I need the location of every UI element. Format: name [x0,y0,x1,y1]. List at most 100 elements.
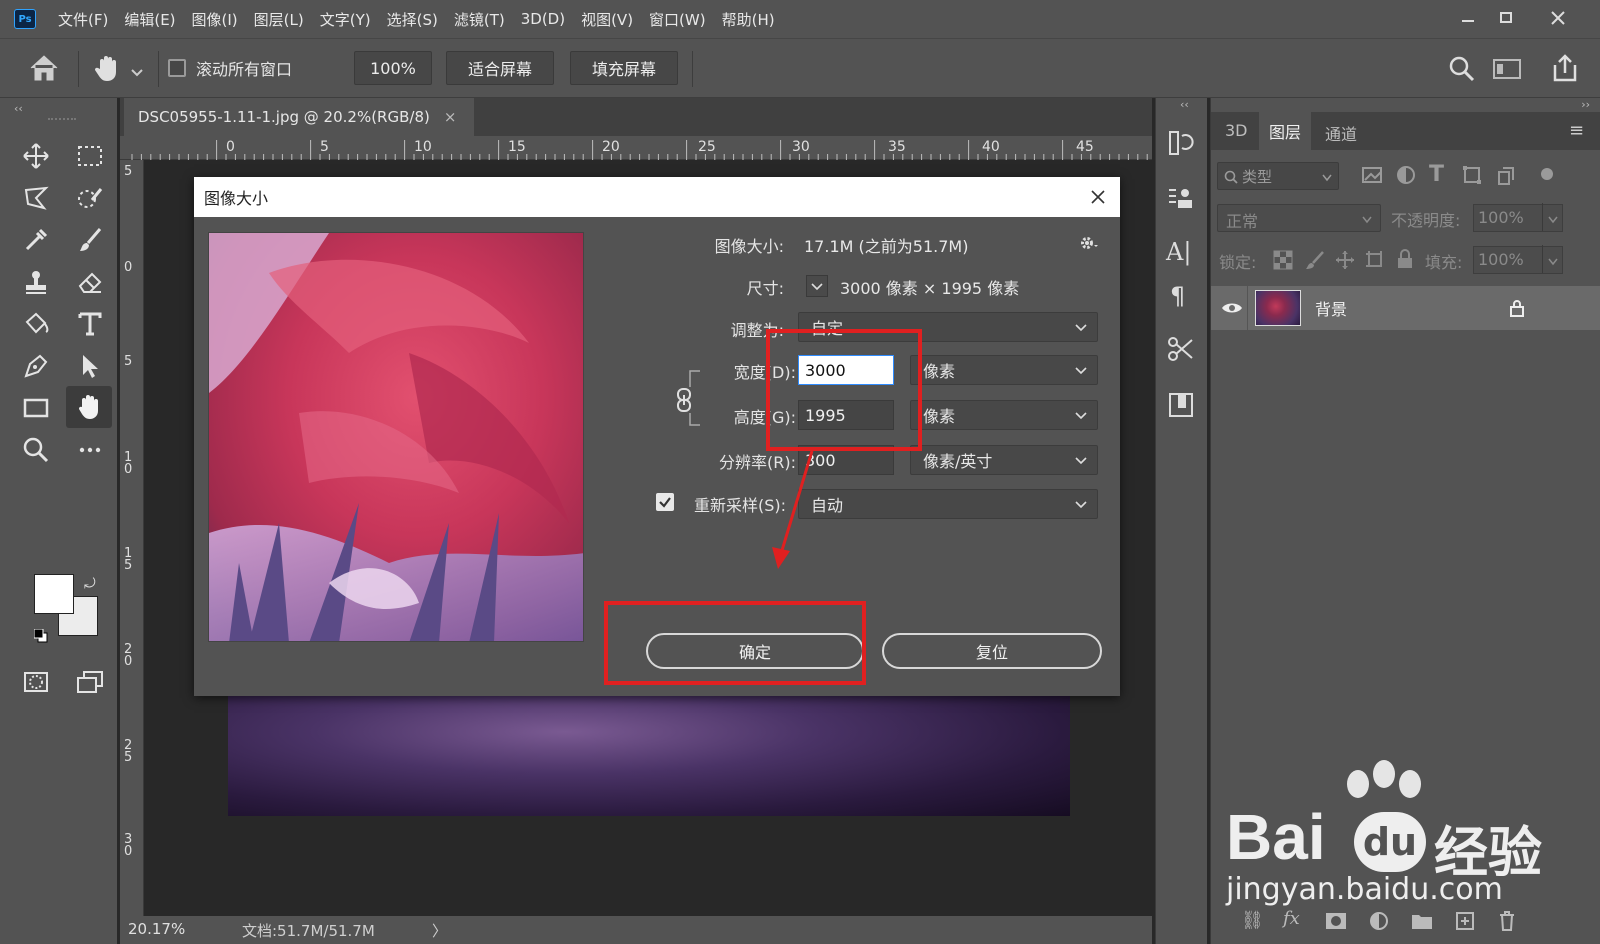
blend-mode-dropdown[interactable]: 正常 [1217,204,1381,232]
dialog-title: 图像大小 [204,189,269,208]
checkerboard-icon [1273,250,1293,270]
move-icon [1336,251,1354,269]
canvas-image[interactable] [228,696,1070,816]
more-tools-button[interactable] [71,432,109,468]
menu-3d[interactable]: 3D(D) [521,10,565,28]
minimize-button[interactable] [1448,4,1488,32]
menu-filter[interactable]: 滤镜(T) [454,9,505,30]
menu-type[interactable]: 文字(Y) [320,9,371,30]
opacity-input[interactable]: 100% [1473,203,1563,232]
fill-input[interactable]: 100% [1473,245,1563,274]
quick-select-tool[interactable] [71,180,109,216]
height-unit-dropdown[interactable]: 像素 [910,400,1098,430]
close-tab-icon[interactable]: × [444,108,457,126]
menu-layer[interactable]: 图层(L) [254,9,304,30]
paragraph-panel-button[interactable]: ¶ [1170,282,1185,310]
dimensions-value: 3000 像素 × 1995 像素 [840,279,1020,298]
menu-file[interactable]: 文件(F) [58,9,108,30]
shape-filter-icon[interactable] [1461,164,1483,186]
tab-layers[interactable]: 图层 [1259,112,1311,150]
default-colors-icon[interactable] [33,628,48,643]
libraries-panel-button[interactable] [1166,390,1196,424]
collapse-icon[interactable]: ‹‹ [14,102,23,115]
rectangle-tool[interactable] [17,390,55,426]
panel-menu-icon[interactable]: ≡ [1569,120,1584,141]
collapse-icon[interactable]: ‹‹ [1180,98,1189,111]
workspace-button[interactable] [1492,57,1522,85]
hand-tool-preset[interactable] [92,53,122,87]
chevron-down-icon [1075,457,1087,465]
resample-checkbox[interactable] [656,493,674,511]
image-preview[interactable] [208,232,584,642]
eraser-tool[interactable] [71,264,109,300]
close-window-button[interactable] [1538,4,1578,32]
menu-view[interactable]: 视图(V) [581,9,633,30]
dimensions-unit-dropdown[interactable] [806,275,828,297]
status-menu-arrow[interactable]: 〉 [432,920,447,941]
history-panel-button[interactable] [1166,128,1196,162]
menu-window[interactable]: 窗口(W) [649,9,706,30]
lasso-tool[interactable] [17,180,55,216]
search-button[interactable] [1448,55,1476,87]
document-tab-title: DSC05955-1.11-1.jpg @ 20.2%(RGB/8) [138,108,430,126]
close-icon[interactable] [1090,189,1106,205]
character-panel-button[interactable]: A| [1166,238,1191,266]
zoom-level[interactable]: 20.17% [128,920,185,938]
type-filter-icon[interactable]: T [1429,162,1444,187]
smart-object-filter-icon[interactable] [1495,164,1517,186]
constrain-proportions-button[interactable] [674,387,694,413]
brush-tool[interactable] [71,222,109,258]
menu-edit[interactable]: 编辑(E) [124,9,175,30]
menu-select[interactable]: 选择(S) [387,9,438,30]
menu-image[interactable]: 图像(I) [192,9,238,30]
layer-row-background[interactable]: 背景 [1211,286,1600,330]
marquee-tool[interactable] [71,138,109,174]
swap-colors-icon[interactable]: ⤾ [84,576,96,592]
home-icon [30,55,58,81]
paint-bucket-tool[interactable] [17,306,55,342]
maximize-button[interactable] [1486,4,1526,32]
properties-panel-button[interactable] [1166,184,1196,218]
move-tool[interactable] [17,138,55,174]
adjustment-filter-icon[interactable] [1395,164,1417,186]
scroll-all-checkbox[interactable] [168,59,186,77]
pen-tool[interactable] [17,348,55,384]
width-unit-dropdown[interactable]: 像素 [910,355,1098,385]
chevron-down-icon [1322,174,1332,182]
resolution-unit-dropdown[interactable]: 像素/英寸 [910,445,1098,475]
lock-transparent-button[interactable] [1273,250,1293,274]
tool-preset-dropdown[interactable] [130,63,144,82]
quick-mask-button[interactable] [17,664,55,700]
gear-icon[interactable] [1078,233,1098,253]
stamp-tool[interactable] [17,264,55,300]
foreground-color-swatch[interactable] [34,574,74,614]
layer-name[interactable]: 背景 [1315,296,1347,320]
eye-icon[interactable] [1221,300,1243,316]
fit-screen-button[interactable]: 适合屏幕 [446,51,554,85]
tab-channels[interactable]: 通道 [1325,121,1357,145]
screen-mode-button[interactable] [71,664,109,700]
menu-help[interactable]: 帮助(H) [722,9,775,30]
home-button[interactable] [28,53,60,87]
filter-toggle-icon[interactable] [1541,168,1553,180]
lock-all-button[interactable] [1395,248,1415,274]
resample-dropdown[interactable]: 自动 [798,489,1098,519]
tools-preset-button[interactable] [1166,334,1196,368]
share-button[interactable] [1550,53,1580,87]
zoom-100-button[interactable]: 100% [354,51,432,85]
fill-screen-button[interactable]: 填充屏幕 [570,51,678,85]
lock-artboard-button[interactable] [1365,250,1385,274]
lock-position-button[interactable] [1335,250,1355,274]
hand-tool[interactable] [66,386,112,428]
type-tool[interactable] [71,306,109,342]
eyedropper-tool[interactable] [17,222,55,258]
lock-pixels-button[interactable] [1305,250,1325,274]
expand-icon[interactable]: ›› [1581,98,1590,111]
zoom-tool[interactable] [17,432,55,468]
tab-3d[interactable]: 3D [1225,121,1248,140]
path-select-tool[interactable] [71,348,109,384]
reset-button[interactable]: 复位 [882,633,1102,669]
document-tab[interactable]: DSC05955-1.11-1.jpg @ 20.2%(RGB/8) × [124,98,474,136]
image-filter-icon[interactable] [1361,164,1383,186]
layer-filter-dropdown[interactable]: 类型 [1217,162,1339,190]
